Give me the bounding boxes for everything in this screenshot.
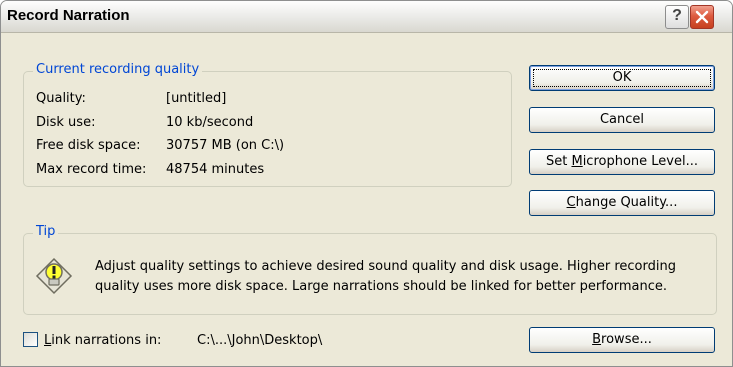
tip-legend: Tip	[33, 224, 59, 239]
quality-label: Quality:	[36, 91, 86, 106]
record-narration-dialog: Record Narration ? Current recording qua…	[0, 0, 733, 367]
question-mark-icon: ?	[672, 7, 682, 24]
current-quality-legend: Current recording quality	[33, 62, 203, 77]
tip-text: Adjust quality settings to achieve desir…	[95, 259, 676, 294]
max-record-time-value: 48754 minutes	[166, 162, 265, 177]
window-title: Record Narration	[7, 7, 130, 24]
max-record-time-label: Max record time:	[36, 162, 147, 177]
browse-button-accelerator: B	[592, 332, 602, 347]
link-narrations-checkbox[interactable]	[23, 332, 38, 347]
quality-button-label-rest: hange Quality...	[575, 195, 678, 210]
cancel-button[interactable]: Cancel	[529, 107, 715, 133]
disk-use-label: Disk use:	[36, 115, 96, 130]
link-path: C:\...\John\Desktop\	[197, 333, 323, 348]
lightbulb-tip-icon	[35, 257, 73, 295]
browse-button[interactable]: Browse...	[529, 327, 715, 353]
title-bar[interactable]: Record Narration ?	[1, 1, 732, 33]
link-narrations-label[interactable]: Link narrations in:	[44, 333, 161, 348]
ok-button[interactable]: OK	[529, 65, 715, 91]
free-disk-space-value: 30757 MB (on C:\)	[166, 138, 285, 153]
disk-use-value: 10 kb/second	[166, 115, 254, 130]
change-quality-button[interactable]: Change Quality...	[529, 190, 715, 216]
quality-button-accelerator: C	[566, 195, 576, 210]
mic-button-label-rest: icrophone Level...	[582, 154, 698, 169]
close-x-icon	[695, 10, 709, 24]
link-label-rest: ink narrations in:	[51, 333, 162, 348]
mic-button-accelerator: M	[571, 154, 583, 169]
help-button[interactable]: ?	[665, 5, 689, 29]
cancel-button-label: Cancel	[599, 112, 645, 127]
browse-button-label-rest: rowse...	[601, 332, 652, 347]
free-disk-space-label: Free disk space:	[36, 138, 141, 153]
set-microphone-level-button[interactable]: Set Microphone Level...	[529, 149, 715, 175]
focus-rectangle	[533, 69, 711, 87]
close-button[interactable]	[690, 5, 714, 29]
quality-value: [untitled]	[166, 91, 227, 106]
mic-button-label-prefix: Set	[545, 154, 572, 169]
